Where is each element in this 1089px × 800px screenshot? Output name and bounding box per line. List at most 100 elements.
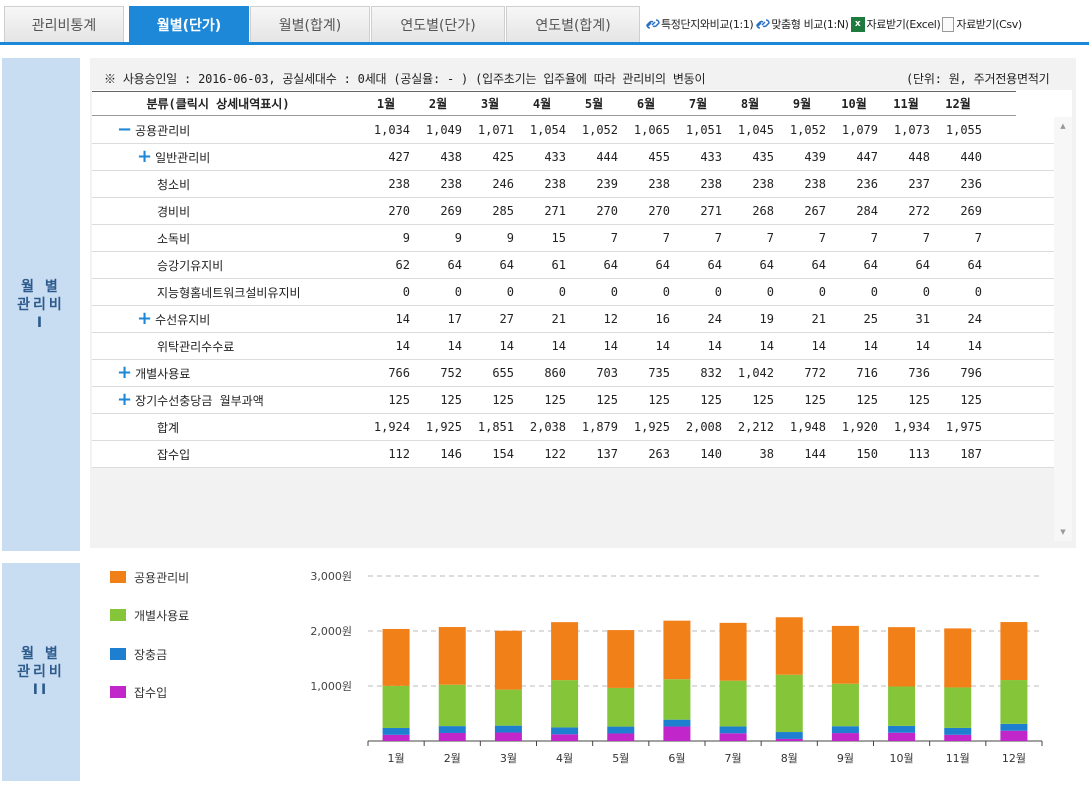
bar-segment [382, 685, 410, 728]
row-value: 238 [388, 177, 410, 191]
expand-plus-icon[interactable]: + [137, 148, 152, 166]
excel-download-link[interactable]: x 자료받기(Excel) [850, 16, 941, 32]
csv-download-label: 자료받기(Csv) [956, 18, 1022, 31]
legend-item: 장충금 [110, 645, 167, 663]
table-row[interactable]: 청소비 238 238 246 238 239 238 238 238 238 236 237 236 [92, 171, 1054, 198]
table-row[interactable]: 합계 1,924 1,925 1,851 2,038 1,879 1,925 2,008 2,2… [92, 414, 1054, 441]
expand-plus-icon[interactable]: + [117, 364, 132, 382]
row-value: 433 [700, 150, 722, 164]
row-value: 25 [863, 312, 878, 326]
row-value: 125 [440, 393, 462, 407]
header-month: 2월 [428, 97, 448, 111]
row-value: 9 [506, 231, 514, 245]
row-category: + 일반관리비 [137, 144, 397, 170]
legend-item: 잡수입 [110, 683, 167, 701]
bar-segment [382, 727, 410, 735]
legend-label: 잡수입 [134, 685, 168, 700]
scroll-down-icon[interactable]: ▼ [1054, 525, 1072, 539]
row-value: 1,948 [789, 420, 826, 434]
row-value: 655 [492, 366, 514, 380]
row-value: 1,054 [529, 123, 566, 137]
row-value: 125 [960, 393, 982, 407]
table-row[interactable]: 위탁관리수수료 14 14 14 14 14 14 14 14 14 14 14 14 [92, 333, 1054, 360]
row-value: 64 [447, 258, 462, 272]
bar-segment [607, 733, 635, 741]
row-value: 860 [544, 366, 566, 380]
row-value: 285 [492, 204, 514, 218]
row-value: 21 [811, 312, 826, 326]
table-row[interactable]: + 개별사용료 766 752 655 860 703 735 832 1,042 772 716 73… [92, 360, 1054, 387]
x-tick-label: 7월 [725, 752, 742, 765]
row-value: 263 [648, 447, 670, 461]
row-value: 438 [440, 150, 462, 164]
excel-download-label: 자료받기(Excel) [866, 18, 941, 31]
row-value: 24 [707, 312, 722, 326]
row-value: 1,065 [633, 123, 670, 137]
bar-segment [438, 684, 466, 727]
row-value: 0 [714, 285, 722, 299]
row-value: 61 [551, 258, 566, 272]
collapse-minus-icon[interactable]: − [117, 121, 132, 139]
row-label: 청소비 [157, 177, 191, 192]
bar-segment [494, 732, 522, 741]
table-row[interactable]: − 공용관리비 1,034 1,049 1,071 1,054 1,052 1,065 1,05… [92, 117, 1054, 144]
table-scrollbar[interactable]: ▲ ▼ [1054, 117, 1072, 541]
row-category: − 공용관리비 [117, 117, 377, 143]
row-value: 7 [870, 231, 878, 245]
row-value: 0 [454, 285, 462, 299]
row-value: 12 [603, 312, 618, 326]
row-value: 270 [596, 204, 618, 218]
bar-segment [1000, 680, 1028, 724]
row-value: 269 [440, 204, 462, 218]
toolbar-links: 특정단지와비교(1:1) 맞춤형 비교(1:N) x 자료받기(Excel) 자… [645, 14, 1024, 34]
csv-download-link[interactable]: 자료받기(Csv) [942, 16, 1022, 32]
table-row[interactable]: 잡수입 112 146 154 122 137 263 140 38 144 150 113 187 [92, 441, 1054, 468]
row-value: 125 [492, 393, 514, 407]
table-row[interactable]: 지능형홈네트워크설비유지비 0 0 0 0 0 0 0 0 0 0 0 0 [92, 279, 1054, 306]
table-row[interactable]: + 장기수선충당금 월부과액 125 125 125 125 125 125 125 125 125… [92, 387, 1054, 414]
legend-swatch [110, 686, 126, 698]
row-value: 125 [908, 393, 930, 407]
row-value: 64 [863, 258, 878, 272]
table-row[interactable]: 경비비 270 269 285 271 270 270 271 268 267 284 272 269 [92, 198, 1054, 225]
row-value: 7 [662, 231, 670, 245]
row-value: 125 [804, 393, 826, 407]
table-row[interactable]: 승강기유지비 62 64 64 61 64 64 64 64 64 64 64 64 [92, 252, 1054, 279]
table-row[interactable]: + 수선유지비 14 17 27 21 12 16 24 19 21 25 31 24 [92, 306, 1054, 333]
compare-one-link[interactable]: 특정단지와비교(1:1) [645, 16, 754, 32]
bar-segment [831, 683, 859, 727]
tab-monthly-unit[interactable]: 월별(단가) [129, 6, 249, 43]
bar-segment [551, 680, 579, 728]
document-icon [942, 16, 955, 32]
compare-many-link[interactable]: 맞춤형 비교(1:N) [755, 16, 849, 32]
row-value: 14 [811, 339, 826, 353]
tab-management-stats[interactable]: 관리비통계 [4, 6, 124, 43]
tab-yearly-total[interactable]: 연도별(합계) [506, 6, 640, 43]
row-value: 284 [856, 204, 878, 218]
table-row[interactable]: 소독비 9 9 9 15 7 7 7 7 7 7 7 7 [92, 225, 1054, 252]
bar-segment [1000, 723, 1028, 731]
row-label: 소독비 [157, 231, 191, 246]
row-value: 1,920 [841, 420, 878, 434]
bar-segment [607, 687, 635, 727]
bar-segment [494, 630, 522, 690]
row-value: 64 [759, 258, 774, 272]
row-value: 238 [804, 177, 826, 191]
expand-plus-icon[interactable]: + [117, 391, 132, 409]
row-value: 14 [655, 339, 670, 353]
bar-segment [494, 689, 522, 726]
bar-segment [438, 726, 466, 733]
tab-monthly-total[interactable]: 월별(합계) [250, 6, 370, 43]
row-value: 125 [752, 393, 774, 407]
expand-plus-icon[interactable]: + [137, 310, 152, 328]
scroll-up-icon[interactable]: ▲ [1054, 119, 1072, 133]
bar-segment [831, 726, 859, 734]
table-row[interactable]: + 일반관리비 427 438 425 433 444 455 433 435 439 447 448 4… [92, 144, 1054, 171]
row-value: 269 [960, 204, 982, 218]
row-value: 7 [974, 231, 982, 245]
tab-yearly-unit[interactable]: 연도별(단가) [371, 6, 505, 43]
row-value: 14 [395, 312, 410, 326]
legend-item: 공용관리비 [110, 568, 189, 586]
row-value: 752 [440, 366, 462, 380]
x-tick-label: 11월 [946, 752, 970, 765]
